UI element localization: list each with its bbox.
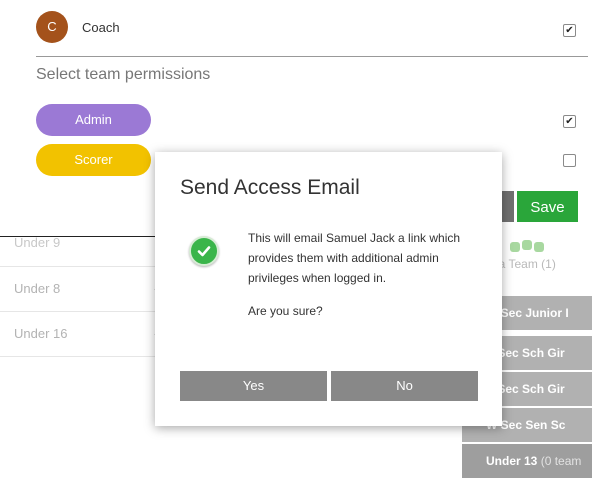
divider	[36, 56, 588, 57]
team-icon	[510, 240, 554, 252]
permissions-heading: Select team permissions	[36, 66, 211, 83]
check-circle-icon	[189, 236, 219, 266]
no-button[interactable]: No	[331, 371, 478, 401]
background-team-list: Under 9 Under 8 - Under 16 -	[0, 236, 160, 357]
list-item-label: Under 8	[14, 281, 61, 296]
list-item[interactable]: Under 8 -	[0, 267, 160, 312]
member-checkbox[interactable]: ✔	[563, 24, 576, 37]
save-button[interactable]: Save	[517, 191, 578, 222]
list-item[interactable]: Under 9	[0, 236, 160, 267]
admin-checkbox[interactable]: ✔	[563, 115, 576, 128]
dialog-message: This will email Samuel Jack a link which…	[248, 231, 461, 285]
yes-button[interactable]: Yes	[180, 371, 327, 401]
send-access-email-dialog: Send Access Email This will email Samuel…	[155, 152, 502, 426]
admin-permission-pill[interactable]: Admin	[36, 104, 151, 136]
dialog-question: Are you sure?	[248, 304, 323, 318]
dialog-title: Send Access Email	[180, 176, 360, 199]
list-item-label: Under 16	[14, 326, 68, 341]
member-role-label: Coach	[82, 20, 120, 35]
scorer-permission-pill[interactable]: Scorer	[36, 144, 151, 176]
team-bar-label: Under 13	[486, 454, 538, 468]
scorer-checkbox[interactable]	[563, 154, 576, 167]
list-item[interactable]: Under 16 -	[0, 312, 160, 357]
team-bar[interactable]: Under 13 (0 team	[462, 444, 592, 478]
avatar: C	[36, 11, 68, 43]
team-bar-suffix: (0 team	[540, 454, 582, 468]
member-row: C Coach ✔	[36, 11, 586, 45]
list-item-label: Under 9	[14, 235, 61, 250]
